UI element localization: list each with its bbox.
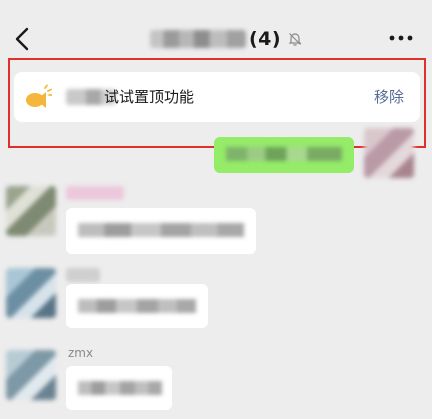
- blurred-sender-name: [66, 268, 100, 282]
- blurred-message-text: [78, 299, 196, 313]
- avatar[interactable]: [6, 268, 56, 318]
- bell-off-icon: [288, 33, 302, 46]
- chat-title: (4): [150, 26, 303, 52]
- chevron-left-icon[interactable]: [10, 24, 36, 54]
- blurred-group-name: [150, 30, 246, 48]
- ellipsis-icon[interactable]: [388, 30, 414, 46]
- incoming-message-bubble[interactable]: [66, 208, 256, 254]
- incoming-message-bubble[interactable]: [66, 366, 172, 410]
- blurred-message-text: [226, 147, 342, 161]
- avatar[interactable]: [6, 186, 56, 236]
- blurred-message-text: [78, 223, 244, 237]
- blurred-sender-name: [66, 186, 124, 200]
- member-count: (4): [249, 28, 282, 50]
- my-avatar[interactable]: [364, 128, 414, 178]
- incoming-message-bubble[interactable]: [66, 284, 208, 328]
- outgoing-message-bubble[interactable]: [214, 137, 354, 173]
- blurred-message-text: [78, 381, 162, 395]
- sender-name: zmx: [68, 346, 94, 360]
- avatar[interactable]: [6, 350, 56, 400]
